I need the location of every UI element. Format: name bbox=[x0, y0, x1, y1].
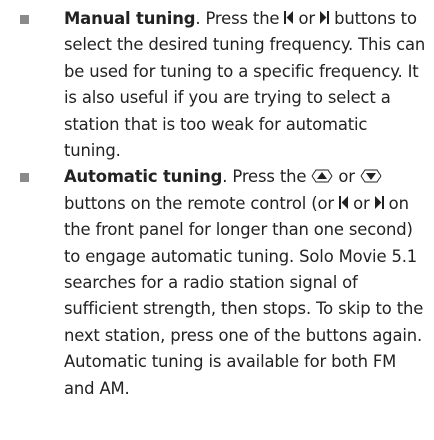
tune-up-icon bbox=[311, 169, 333, 183]
item-title: Manual tuning bbox=[64, 9, 196, 28]
item-text: on the front panel for longer than one s… bbox=[64, 193, 424, 398]
skip-next-icon bbox=[320, 11, 330, 24]
square-bullet-icon bbox=[20, 173, 29, 183]
list-item-automatic-tuning: Automatic tuning. Press the or buttons o… bbox=[14, 164, 426, 402]
manual-page: Manual tuning. Press the or buttons to s… bbox=[0, 0, 434, 440]
list-item-manual-tuning: Manual tuning. Press the or buttons to s… bbox=[14, 6, 426, 164]
item-text: or bbox=[333, 167, 360, 187]
item-text: or bbox=[348, 193, 375, 213]
square-bullet-icon bbox=[20, 15, 29, 24]
item-text: . Press the bbox=[222, 167, 312, 187]
item-text: or bbox=[293, 9, 321, 28]
item-text: buttons to select the desired tuning fre… bbox=[64, 9, 426, 161]
tune-down-icon bbox=[360, 169, 382, 183]
skip-next-icon bbox=[374, 195, 384, 209]
skip-previous-icon bbox=[339, 195, 349, 209]
item-text: buttons on the remote control (or bbox=[64, 193, 340, 213]
skip-previous-icon bbox=[284, 11, 294, 24]
item-title: Automatic tuning bbox=[64, 167, 223, 187]
tuning-instructions-list: Manual tuning. Press the or buttons to s… bbox=[14, 6, 426, 402]
item-text: . Press the bbox=[195, 9, 285, 28]
